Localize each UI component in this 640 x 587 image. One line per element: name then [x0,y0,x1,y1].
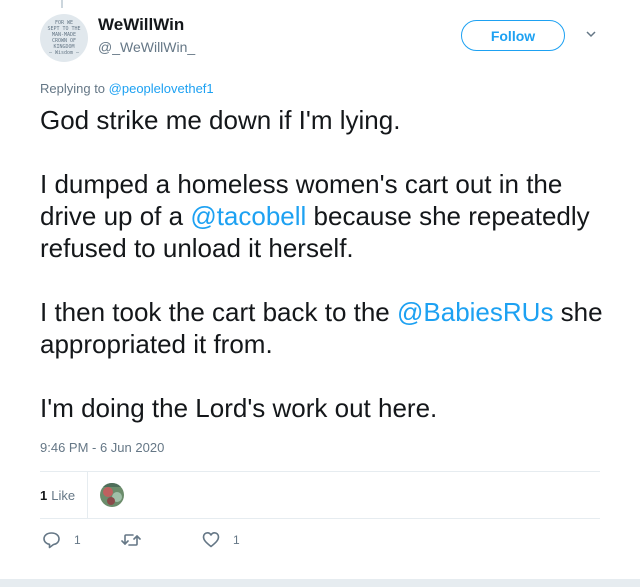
retweet-icon [121,534,141,546]
follow-button[interactable]: Follow [461,20,565,51]
author-avatar[interactable]: FOR WE SEPT TO THE MAN-MADE CROWN OF KIN… [40,14,88,62]
likes-summary[interactable]: 1 Like [40,472,75,518]
likes-label: Like [51,487,76,503]
tweet-paragraph-4: I'm doing the Lord's work out here. [40,393,438,423]
footer-bar [0,579,640,587]
retweet-action[interactable] [121,531,141,549]
reply-icon [43,532,60,549]
divider-top [40,471,600,472]
replying-mention-link[interactable]: @peoplelovethef1 [109,81,214,96]
replying-to: Replying to @peoplelovethef1 [40,81,214,96]
author-display-name[interactable]: WeWillWin [98,15,184,35]
reply-action[interactable]: 1 [42,531,81,549]
like-action[interactable]: 1 [202,531,240,548]
tweet-paragraph-1: God strike me down if I'm lying. [40,105,401,135]
divider-bottom [40,518,600,519]
tweet-timestamp[interactable]: 9:46 PM - 6 Jun 2020 [40,440,164,455]
caret-down-icon[interactable] [586,29,596,39]
mention-tacobell-link[interactable]: @tacobell [190,201,306,231]
thread-line [61,0,63,8]
reply-count: 1 [74,533,81,547]
mention-babiesrus-link[interactable]: @BabiesRUs [397,297,553,327]
likes-count: 1 [40,487,48,503]
tweet-paragraph-3: I then took the cart back to the @Babies… [40,297,603,359]
heart-icon [202,532,220,548]
tweet-paragraph-2: I dumped a homeless women's cart out in … [40,169,590,263]
likes-divider [87,472,88,518]
liker-avatar[interactable] [100,483,124,507]
tweet-text: God strike me down if I'm lying. I dumpe… [40,104,615,456]
replying-prefix: Replying to [40,81,109,96]
author-handle[interactable]: @_WeWillWin_ [98,39,195,55]
like-count: 1 [233,532,240,547]
